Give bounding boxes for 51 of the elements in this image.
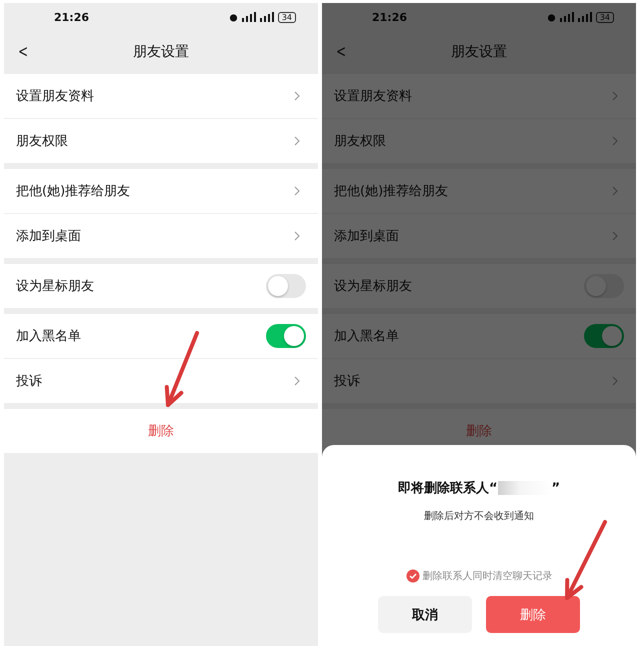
- settings-item[interactable]: 设置朋友资料: [334, 87, 612, 105]
- toggle-switch[interactable]: [266, 274, 306, 298]
- settings-item[interactable]: 添加到桌面: [334, 227, 612, 245]
- settings-item[interactable]: 把他(她)推荐给朋友: [334, 182, 612, 200]
- checkbox-label: 删除联系人同时清空聊天记录: [422, 570, 552, 583]
- battery-level: 34: [596, 12, 614, 22]
- cancel-button[interactable]: 取消: [378, 596, 472, 633]
- signal-icon: [242, 12, 256, 22]
- settings-item[interactable]: 投诉: [16, 372, 294, 390]
- settings-item[interactable]: 设置朋友资料: [16, 87, 294, 105]
- settings-label: 设为星标朋友: [334, 278, 413, 295]
- chevron-right-icon: [294, 136, 300, 146]
- status-time: 21:26: [54, 10, 90, 24]
- settings-label: 加入黑名单: [16, 328, 82, 345]
- back-button[interactable]: <: [333, 42, 349, 62]
- settings-item[interactable]: 朋友权限: [16, 132, 294, 150]
- signal-icon: [578, 12, 592, 22]
- page-title: 朋友设置: [133, 42, 189, 60]
- chevron-right-icon: [612, 91, 618, 101]
- alarm-icon: [228, 12, 238, 22]
- settings-item[interactable]: 朋友权限: [334, 132, 612, 150]
- chevron-right-icon: [294, 186, 300, 196]
- toggle-switch[interactable]: [266, 324, 306, 348]
- back-button[interactable]: <: [15, 42, 31, 62]
- chevron-right-icon: [612, 186, 618, 196]
- battery-level: 34: [278, 12, 296, 22]
- delete-button[interactable]: 删除: [148, 422, 174, 440]
- toggle-switch[interactable]: [584, 274, 624, 298]
- settings-item[interactable]: 添加到桌面: [16, 227, 294, 245]
- chevron-right-icon: [294, 376, 300, 386]
- page-title: 朋友设置: [451, 42, 507, 60]
- delete-button[interactable]: 删除: [486, 596, 580, 633]
- chevron-right-icon: [612, 136, 618, 146]
- toggle-switch[interactable]: [584, 324, 624, 348]
- settings-label: 设为星标朋友: [16, 278, 95, 295]
- chevron-right-icon: [294, 231, 300, 241]
- dialog-message: 删除后对方不会收到通知: [424, 510, 534, 523]
- delete-button[interactable]: 删除: [466, 422, 492, 440]
- dialog-title-end: ”: [552, 480, 560, 496]
- signal-icon: [560, 12, 574, 22]
- settings-item[interactable]: 把他(她)推荐给朋友: [16, 182, 294, 200]
- chevron-right-icon: [612, 231, 618, 241]
- settings-item[interactable]: 投诉: [334, 372, 612, 390]
- settings-label: 加入黑名单: [334, 328, 400, 345]
- chevron-right-icon: [612, 376, 618, 386]
- alarm-icon: [546, 12, 556, 22]
- signal-icon: [260, 12, 274, 22]
- dialog-title: 即将删除联系人“: [398, 480, 498, 497]
- status-time: 21:26: [372, 10, 408, 24]
- checkbox[interactable]: [406, 569, 420, 583]
- chevron-right-icon: [294, 91, 300, 101]
